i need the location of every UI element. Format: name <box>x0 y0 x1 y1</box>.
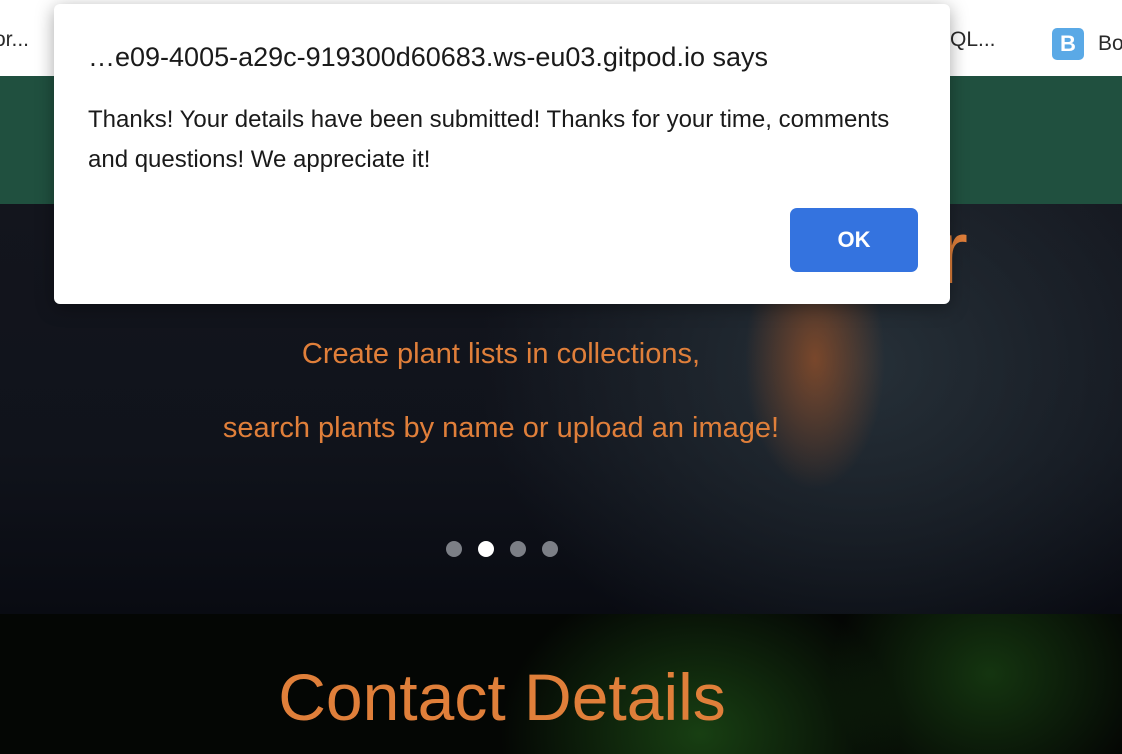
carousel-indicator-2[interactable] <box>478 541 494 557</box>
hero-tagline-line-2: search plants by name or upload an image… <box>222 412 780 444</box>
hero-tagline-line-1: Create plant lists in collections, <box>301 338 701 370</box>
carousel-indicator-3[interactable] <box>510 541 526 557</box>
bookmark-b-icon: B <box>1052 28 1084 60</box>
alert-origin: …e09-4005-a29c-919300d60683.ws-eu03.gitp… <box>88 42 768 72</box>
contact-title: Contact Details <box>278 660 726 734</box>
bookmark-item[interactable]: B Bo <box>1052 28 1122 60</box>
ok-button[interactable]: OK <box>790 208 918 272</box>
bookmark-item[interactable]: or... <box>0 28 29 52</box>
contact-section: Contact Details <box>0 614 1122 754</box>
carousel-indicators <box>446 541 558 557</box>
alert-message: Thanks! Your details have been submitted… <box>88 106 890 173</box>
bookmark-item[interactable]: QL... <box>950 28 996 52</box>
carousel-indicator-1[interactable] <box>446 541 462 557</box>
bookmark-label: Bo <box>1098 32 1122 55</box>
carousel-indicator-4[interactable] <box>542 541 558 557</box>
alert-dialog: …e09-4005-a29c-919300d60683.ws-eu03.gitp… <box>54 4 950 304</box>
